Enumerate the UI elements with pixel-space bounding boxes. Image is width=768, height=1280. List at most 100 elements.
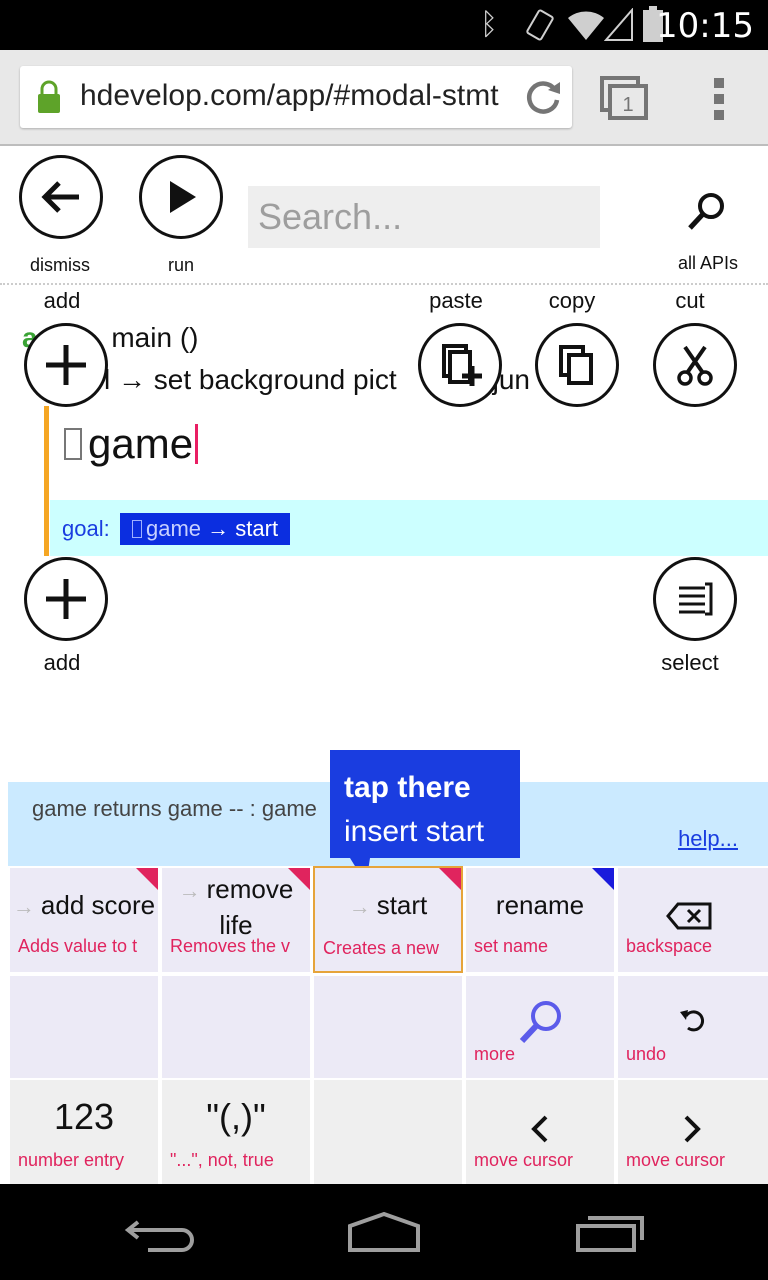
key-label: "(,)" (206, 1096, 266, 1137)
key-rename[interactable]: rename set name (466, 868, 614, 972)
key-more[interactable]: more (466, 976, 614, 1078)
cut-button[interactable] (653, 323, 737, 407)
arrow-icon: → (348, 894, 371, 919)
tabs-icon[interactable]: 1 (600, 76, 648, 120)
key-empty-3 (314, 976, 462, 1078)
key-undo[interactable]: undo (618, 976, 768, 1078)
select-lines-icon (679, 582, 713, 616)
url-text: hdevelop.com/app/#modal-stmt (80, 79, 499, 112)
arrow-icon: → (178, 878, 201, 903)
stmt-text: l → set background pict (104, 364, 397, 395)
paste-icon (442, 344, 482, 386)
game-object-icon (132, 520, 142, 538)
home-icon[interactable] (346, 1212, 422, 1254)
paste-button[interactable] (418, 323, 502, 407)
search-icon[interactable] (686, 190, 728, 232)
overflow-menu-icon[interactable] (712, 78, 726, 120)
chevron-right-icon (684, 1115, 701, 1143)
key-empty-2 (162, 976, 310, 1078)
clock: 10:15 (656, 6, 754, 46)
key-description: "...", not, true (170, 1150, 274, 1170)
tooltip-line-2: insert start (344, 815, 485, 848)
goal-chip-token: game (146, 516, 202, 541)
arrow-icon: → (12, 894, 35, 919)
paste-label: paste (429, 288, 483, 313)
add-top-label: add (43, 288, 81, 313)
select-button[interactable] (653, 557, 737, 641)
help-link[interactable]: help... (678, 826, 738, 852)
goal-chip[interactable]: game → start (120, 513, 291, 545)
goal-bar: goal: game → start (50, 500, 768, 556)
key-empty-1 (10, 976, 158, 1078)
key-label: add score (40, 890, 156, 920)
key-description: move cursor (626, 1150, 726, 1170)
key-backspace[interactable]: backspace (618, 868, 768, 972)
plus-icon (46, 345, 86, 385)
goal-label: goal: (62, 516, 110, 541)
corner-marker (439, 868, 461, 890)
copy-icon (559, 345, 593, 385)
undo-icon (680, 1010, 704, 1032)
play-icon (170, 181, 196, 213)
all-apis-label[interactable]: all APIs (648, 253, 768, 274)
add-above-button[interactable] (24, 323, 108, 407)
key-start[interactable]: → start Creates a new (313, 866, 463, 973)
key-description: Adds value to t (18, 936, 138, 956)
key-move-cursor-right[interactable]: move cursor (618, 1080, 768, 1184)
key-description: undo (626, 1044, 667, 1064)
system-nav-bar (0, 1184, 768, 1280)
key-move-cursor-left[interactable]: move cursor (466, 1080, 614, 1184)
main-signature: main () (111, 322, 199, 353)
search-input[interactable] (248, 186, 600, 248)
tab-count: 1 (622, 94, 633, 116)
lock-icon (38, 80, 60, 113)
key-description: backspace (626, 936, 713, 956)
key-label: start (376, 890, 428, 920)
key-description: Creates a new (323, 938, 440, 958)
reload-icon[interactable] (524, 78, 562, 116)
add-bottom-label: add (43, 650, 81, 675)
plus-icon (46, 579, 86, 619)
run-button[interactable] (139, 155, 223, 239)
key-number-entry[interactable]: 123 number entry (10, 1080, 158, 1184)
cut-label: cut (675, 288, 705, 313)
key-remove-life[interactable]: → remove life Removes the v (162, 868, 310, 972)
current-block-indicator (44, 406, 49, 556)
browser-toolbar: hdevelop.com/app/#modal-stmt 1 (0, 50, 768, 146)
dismiss-button[interactable] (19, 155, 103, 239)
address-bar[interactable]: hdevelop.com/app/#modal-stmt (20, 66, 572, 128)
run-label: run (167, 255, 194, 275)
dismiss-label: dismiss (29, 255, 90, 275)
status-bar: ᛒ 10:15 (0, 0, 768, 50)
backspace-icon (666, 902, 712, 930)
current-token: game (88, 420, 194, 467)
chevron-left-icon (531, 1115, 548, 1143)
corner-marker (288, 868, 310, 890)
key-empty-4 (314, 1080, 462, 1184)
key-label: 123 (53, 1096, 115, 1137)
goal-chip-rest: → start (201, 516, 279, 541)
recent-apps-icon[interactable] (574, 1214, 646, 1254)
magnifier-icon (519, 1001, 561, 1044)
current-expression[interactable]: game (64, 420, 199, 468)
back-arrow-icon (41, 181, 79, 213)
copy-button[interactable] (535, 323, 619, 407)
key-description: set name (474, 936, 549, 956)
select-label: select (661, 650, 719, 675)
return-type-info: game returns game -- : game (32, 796, 317, 821)
corner-marker (136, 868, 158, 890)
key-literals[interactable]: "(,)" "...", not, true (162, 1080, 310, 1184)
key-label: rename (495, 890, 585, 920)
key-description: Removes the v (170, 936, 291, 956)
add-below-button[interactable] (24, 557, 108, 641)
vibrate-icon (526, 9, 554, 41)
game-object-icon (64, 428, 82, 460)
back-icon[interactable] (124, 1216, 194, 1252)
key-description: move cursor (474, 1150, 574, 1170)
key-add-score[interactable]: → add score Adds value to t (10, 868, 158, 972)
text-caret (195, 424, 199, 464)
hint-tooltip: tap there insert start (330, 750, 520, 858)
key-label: remove life (206, 874, 294, 940)
divider (0, 283, 768, 285)
bluetooth-icon: ᛒ (480, 8, 498, 41)
